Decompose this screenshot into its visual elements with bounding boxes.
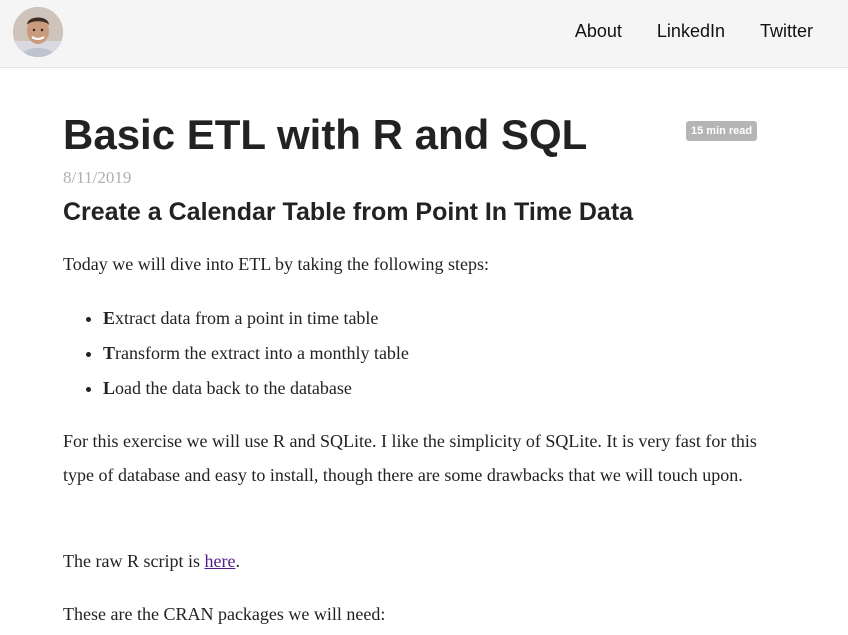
nav-linkedin-link[interactable]: LinkedIn xyxy=(657,20,725,42)
site-header: About LinkedIn Twitter xyxy=(0,0,848,68)
main-nav: About LinkedIn Twitter xyxy=(540,20,813,42)
nav-about-link[interactable]: About xyxy=(575,20,622,42)
step-text: xtract data from a point in time table xyxy=(115,308,379,328)
read-time-badge: 15 min read xyxy=(686,121,758,141)
script-suffix: . xyxy=(235,551,240,571)
exercise-paragraph: For this exercise we will use R and SQLi… xyxy=(63,431,757,485)
list-item-transform: Transform the extract into a monthly tab… xyxy=(103,342,409,364)
list-item-extract: Extract data from a point in time table xyxy=(103,307,409,329)
list-item-load: Load the data back to the database xyxy=(103,377,409,399)
cran-paragraph: These are the CRAN packages we will need… xyxy=(63,604,386,624)
post-date: 8/11/2019 xyxy=(63,168,132,187)
step-text: oad the data back to the database xyxy=(115,378,352,398)
script-prefix: The raw R script is xyxy=(63,551,205,571)
avatar-photo xyxy=(13,7,63,57)
script-link[interactable]: here xyxy=(204,551,235,571)
intro-paragraph: Today we will dive into ETL by taking th… xyxy=(63,254,490,274)
step-text: ransform the extract into a monthly tabl… xyxy=(115,343,409,363)
author-avatar[interactable] xyxy=(13,7,63,57)
post-subtitle: Create a Calendar Table from Point In Ti… xyxy=(63,198,634,226)
script-paragraph: The raw R script is here. xyxy=(63,550,240,572)
etl-steps-list: Extract data from a point in time table … xyxy=(63,307,409,412)
step-initial: E xyxy=(103,308,116,328)
nav-twitter-link[interactable]: Twitter xyxy=(760,20,813,42)
step-initial: T xyxy=(103,343,116,363)
post-title: Basic ETL with R and SQL xyxy=(63,111,588,158)
step-initial: L xyxy=(103,378,116,398)
